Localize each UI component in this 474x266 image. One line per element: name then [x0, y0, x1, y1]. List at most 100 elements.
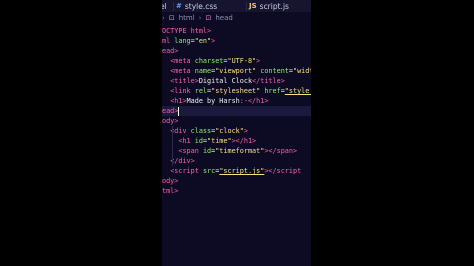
- code-line[interactable]: ml lang="en">: [162, 36, 311, 46]
- code-line[interactable]: <meta charset="UTF-8">: [162, 56, 311, 66]
- chevron-right-icon: ›: [162, 14, 165, 22]
- code-token: name: [194, 67, 212, 75]
- code-token: ></script: [264, 167, 302, 175]
- editor-panel: el # style.css JS script.js › ⊡ html › ⊡…: [162, 0, 311, 266]
- code-line[interactable]: ody>: [162, 176, 311, 186]
- code-line[interactable]: </div>: [162, 156, 311, 166]
- code-line[interactable]: ody>: [162, 116, 311, 126]
- code-token: ml: [162, 37, 175, 45]
- breadcrumb: › ⊡ html › ⊡ head: [162, 13, 311, 23]
- text-cursor: [178, 106, 180, 116]
- indent-guide: [172, 136, 173, 146]
- tab-html-label: el: [162, 1, 167, 11]
- code-token: ></h1>: [231, 137, 257, 145]
- code-token: tml>: [162, 187, 179, 195]
- code-token: ead>: [162, 107, 179, 115]
- tab-html[interactable]: el: [162, 0, 167, 12]
- code-token: :-: [239, 97, 248, 105]
- code-token: "style.c: [284, 87, 311, 95]
- code-token: "stylesheet": [211, 87, 261, 95]
- tab-style-css[interactable]: # style.css: [176, 0, 217, 12]
- code-token: class: [190, 127, 212, 135]
- code-line[interactable]: <span id="timeformat"></span>: [162, 146, 311, 156]
- tab-script-js[interactable]: JS script.js: [249, 0, 289, 12]
- code-token: <link: [170, 87, 195, 95]
- html-tag-icon: ⊡: [205, 14, 212, 22]
- code-token: <title>: [170, 77, 199, 85]
- tab-script-js-label: script.js: [259, 1, 289, 11]
- code-token: Made by Harsh: [186, 97, 240, 105]
- code-token: ></span>: [264, 147, 298, 155]
- code-token: "time": [207, 137, 232, 145]
- tab-divider: [246, 2, 247, 11]
- tab-style-css-label: style.css: [184, 1, 218, 11]
- code-token: </h1>: [247, 97, 269, 105]
- code-token: <meta: [170, 67, 195, 75]
- code-line[interactable]: <meta name="viewport" content="width: [162, 66, 311, 76]
- js-file-icon: JS: [249, 2, 257, 10]
- code-line[interactable]: <h1 id="time"></h1>: [162, 136, 311, 146]
- code-token: rel: [194, 87, 208, 95]
- code-token: "viewport": [215, 67, 257, 75]
- css-file-icon: #: [176, 2, 182, 10]
- code-token: Digital Clock: [198, 77, 253, 85]
- chevron-right-icon: ›: [198, 14, 202, 22]
- code-token: "en": [194, 37, 212, 45]
- code-line[interactable]: <h1>Made by Harsh:-</h1>: [162, 96, 311, 106]
- code-token: >: [256, 57, 261, 65]
- code-token: <meta: [170, 57, 195, 65]
- code-token: ody>: [162, 177, 179, 185]
- code-line[interactable]: <div class="clock">: [162, 126, 311, 136]
- code-token: >: [174, 47, 179, 55]
- code-token: >: [207, 27, 212, 35]
- code-line[interactable]: <link rel="stylesheet" href="style.c: [162, 86, 311, 96]
- code-token: content: [256, 67, 289, 75]
- code-token: src: [202, 167, 216, 175]
- code-token: charset: [194, 57, 224, 65]
- code-token: ody>: [162, 117, 179, 125]
- code-line[interactable]: tml>: [162, 186, 311, 196]
- code-token: <div: [170, 127, 191, 135]
- code-line[interactable]: ead>: [162, 106, 311, 116]
- code-token: "UTF-8": [227, 57, 257, 65]
- indent-guide: [172, 146, 173, 156]
- code-token: OCTYPE html: [162, 27, 208, 35]
- code-token: <h1: [178, 137, 195, 145]
- indent-guide: [172, 126, 173, 136]
- code-line[interactable]: <script src="script.js"></script: [162, 166, 311, 176]
- code-token: "timeformat": [215, 147, 265, 155]
- indent-guide: [172, 156, 173, 166]
- code-token: id: [194, 137, 203, 145]
- code-line[interactable]: <title>Digital Clock</title>: [162, 76, 311, 86]
- code-token: id: [202, 147, 212, 155]
- code-token: >: [211, 37, 216, 45]
- code-token: >: [243, 127, 248, 135]
- code-token: "clock": [215, 127, 244, 135]
- code-token: "script.js": [219, 167, 265, 175]
- tab-divider: [173, 2, 174, 11]
- code-token: <script: [170, 167, 203, 175]
- code-token: ead: [162, 47, 175, 55]
- breadcrumb-item-html[interactable]: html: [179, 14, 195, 22]
- tab-bar: el # style.css JS script.js: [162, 0, 311, 12]
- code-token: </div>: [170, 157, 195, 165]
- html-tag-icon: ⊡: [168, 14, 175, 22]
- code-line[interactable]: ead>: [162, 46, 311, 56]
- code-line[interactable]: OCTYPE html>: [162, 26, 311, 36]
- code-token: href: [260, 87, 281, 95]
- code-editor[interactable]: OCTYPE html> ml lang="en"> ead> <meta char…: [162, 26, 311, 196]
- code-token: <span: [178, 147, 203, 155]
- code-token: "width: [292, 67, 311, 75]
- code-token: </title>: [252, 77, 285, 85]
- breadcrumb-item-head[interactable]: head: [215, 14, 232, 22]
